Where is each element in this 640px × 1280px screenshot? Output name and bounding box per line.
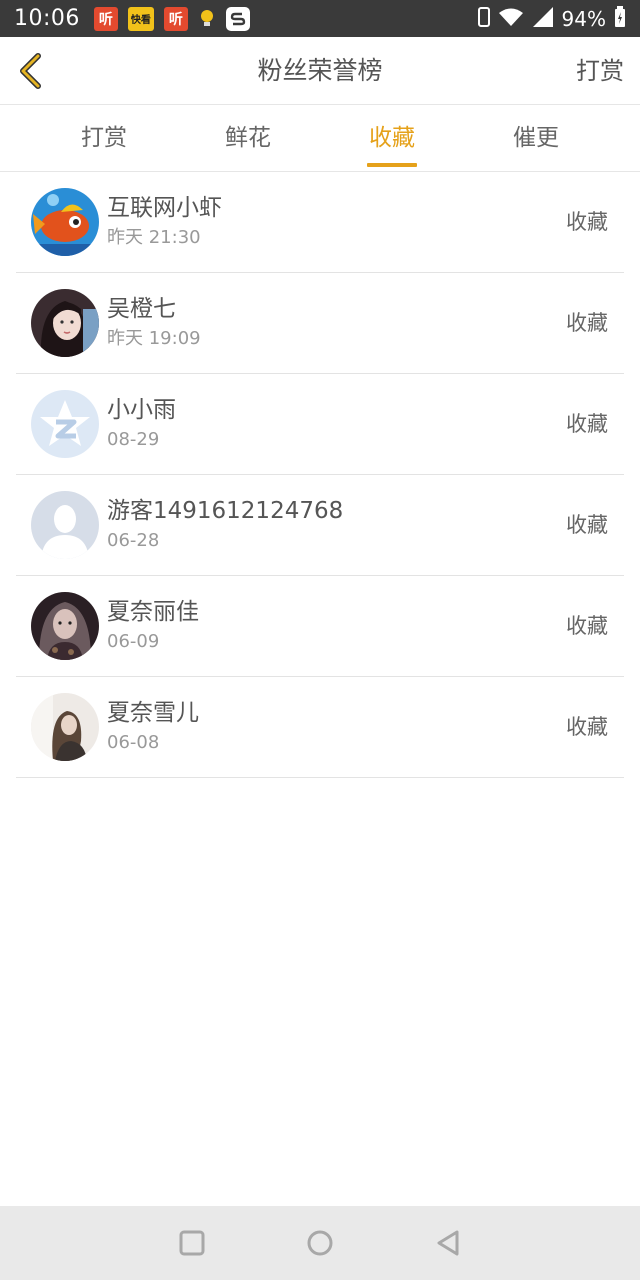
action-label: 收藏 [566, 614, 608, 638]
list-item[interactable]: 夏奈雪儿 06-08 收藏 [16, 677, 624, 778]
tab-favorites[interactable]: 收藏 [320, 105, 464, 171]
timestamp: 06-28 [107, 530, 160, 551]
tab-urge[interactable]: 催更 [464, 105, 608, 171]
kuaikan-app-notification-icon: 快看 [127, 6, 154, 31]
triangle-back-icon [437, 1230, 459, 1256]
action-label: 收藏 [566, 311, 608, 335]
battery-percent: 94% [561, 6, 606, 31]
list-item-info: 吴橙七 昨天 19:09 [107, 294, 201, 352]
system-nav-bar [0, 1206, 640, 1280]
battery-icon [614, 5, 626, 32]
girl-portrait-avatar [31, 289, 99, 357]
list-item[interactable]: 夏奈丽佳 06-09 收藏 [16, 576, 624, 677]
list-item-info: 互联网小虾 昨天 21:30 [107, 193, 222, 251]
list-item-info: 夏奈丽佳 06-09 [107, 597, 199, 655]
signal-icon [532, 6, 554, 32]
page-title: 粉丝荣誉榜 [257, 56, 383, 85]
recent-apps-button[interactable] [172, 1223, 212, 1263]
user-name: 游客1491612124768 [107, 498, 344, 524]
wifi-icon [498, 7, 524, 31]
ting-app-notification-icon: 听 [93, 6, 118, 31]
reward-button[interactable]: 打赏 [576, 37, 624, 105]
list-item[interactable]: 游客1491612124768 06-28 收藏 [16, 475, 624, 576]
back-nav-button[interactable] [428, 1223, 468, 1263]
status-time: 10:06 [14, 6, 80, 31]
page-header: 粉丝荣誉榜 打赏 [0, 37, 640, 105]
dark-portrait-avatar [31, 592, 99, 660]
action-label: 收藏 [566, 513, 608, 537]
tab-reward[interactable]: 打赏 [32, 105, 176, 171]
list-item[interactable]: 互联网小虾 昨天 21:30 收藏 [16, 172, 624, 273]
light-portrait-avatar [31, 693, 99, 761]
fish-avatar-icon [31, 188, 99, 256]
lightbulb-notification-icon [198, 7, 216, 31]
timestamp: 昨天 19:09 [107, 328, 201, 349]
sogou-notification-icon [225, 6, 250, 31]
action-label: 收藏 [566, 210, 608, 234]
tab-bar: 打赏 鲜花 收藏 催更 [0, 105, 640, 172]
phone-icon [477, 6, 490, 31]
timestamp: 昨天 21:30 [107, 227, 201, 248]
square-icon [179, 1230, 205, 1256]
tab-flowers[interactable]: 鲜花 [176, 105, 320, 171]
list-item[interactable]: 吴橙七 昨天 19:09 收藏 [16, 273, 624, 374]
list-item-info: 小小雨 08-29 [107, 395, 176, 453]
timestamp: 08-29 [107, 429, 160, 450]
chevron-left-icon [20, 53, 41, 89]
list-item-info: 夏奈雪儿 06-08 [107, 698, 199, 756]
action-label: 收藏 [566, 715, 608, 739]
qq-star-avatar-icon [31, 390, 99, 458]
status-indicators: 94% [477, 5, 626, 32]
user-name: 夏奈雪儿 [107, 700, 199, 726]
fan-list: 互联网小虾 昨天 21:30 收藏 吴橙七 昨天 19:09 收藏 小小雨 08… [16, 172, 624, 778]
circle-icon [307, 1230, 333, 1256]
list-item[interactable]: 小小雨 08-29 收藏 [16, 374, 624, 475]
list-item-info: 游客1491612124768 06-28 [107, 496, 343, 554]
action-label: 收藏 [566, 412, 608, 436]
user-name: 夏奈丽佳 [107, 599, 199, 625]
user-name: 小小雨 [107, 397, 176, 423]
default-person-avatar-icon [31, 491, 99, 559]
timestamp: 06-08 [107, 732, 160, 753]
timestamp: 06-09 [107, 631, 160, 652]
back-button[interactable] [12, 51, 48, 91]
ting-app-notification-icon-2: 听 [163, 6, 188, 31]
home-button[interactable] [300, 1223, 340, 1263]
status-bar: 10:06 听 快看 听 94% [0, 0, 640, 37]
user-name: 吴橙七 [107, 296, 176, 322]
user-name: 互联网小虾 [107, 195, 222, 221]
